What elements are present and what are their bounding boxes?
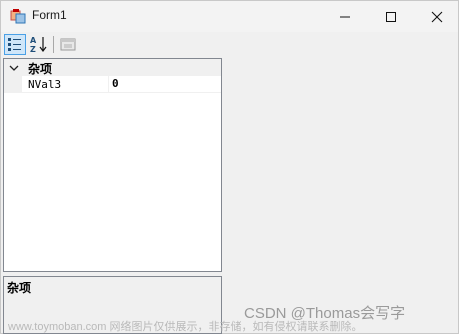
property-pages-button[interactable] bbox=[57, 34, 79, 55]
maximize-icon bbox=[386, 11, 396, 22]
property-grid-toolbar: A Z bbox=[3, 32, 222, 57]
alphabetical-sort-icon: A Z bbox=[30, 36, 47, 54]
property-name: NVal3 bbox=[28, 78, 62, 91]
svg-text:A: A bbox=[30, 36, 37, 45]
property-grid: 杂项 NVal3 0 bbox=[3, 58, 222, 272]
svg-text:Z: Z bbox=[30, 45, 36, 54]
property-row[interactable]: NVal3 0 bbox=[4, 76, 221, 93]
categorized-button[interactable] bbox=[4, 34, 26, 55]
close-button[interactable] bbox=[414, 1, 460, 32]
category-label: 杂项 bbox=[28, 62, 53, 76]
minimize-icon bbox=[340, 16, 350, 17]
property-pages-icon bbox=[60, 38, 76, 51]
chevron-down-icon[interactable] bbox=[9, 63, 19, 73]
window-title: Form1 bbox=[32, 8, 67, 22]
help-title: 杂项 bbox=[7, 281, 32, 295]
close-icon bbox=[431, 11, 443, 22]
maximize-button[interactable] bbox=[368, 1, 414, 32]
property-row-margin bbox=[4, 76, 22, 93]
app-icon bbox=[10, 9, 26, 24]
category-row[interactable]: 杂项 bbox=[4, 59, 221, 76]
minimize-button[interactable] bbox=[322, 1, 368, 32]
toolbar-separator bbox=[53, 36, 54, 53]
alphabetical-button[interactable]: A Z bbox=[28, 34, 50, 55]
categorized-view-icon bbox=[8, 38, 21, 51]
form-window: Form1 A Z 杂项 NVal3 0 杂项 bbox=[0, 0, 459, 334]
property-column-divider[interactable] bbox=[108, 76, 109, 93]
property-value[interactable]: 0 bbox=[112, 77, 119, 90]
title-bar[interactable]: Form1 bbox=[1, 1, 458, 32]
watermark-text: www.toymoban.com 网络图片仅供展示，非存储，如有侵权请联系删除。 bbox=[8, 321, 363, 333]
